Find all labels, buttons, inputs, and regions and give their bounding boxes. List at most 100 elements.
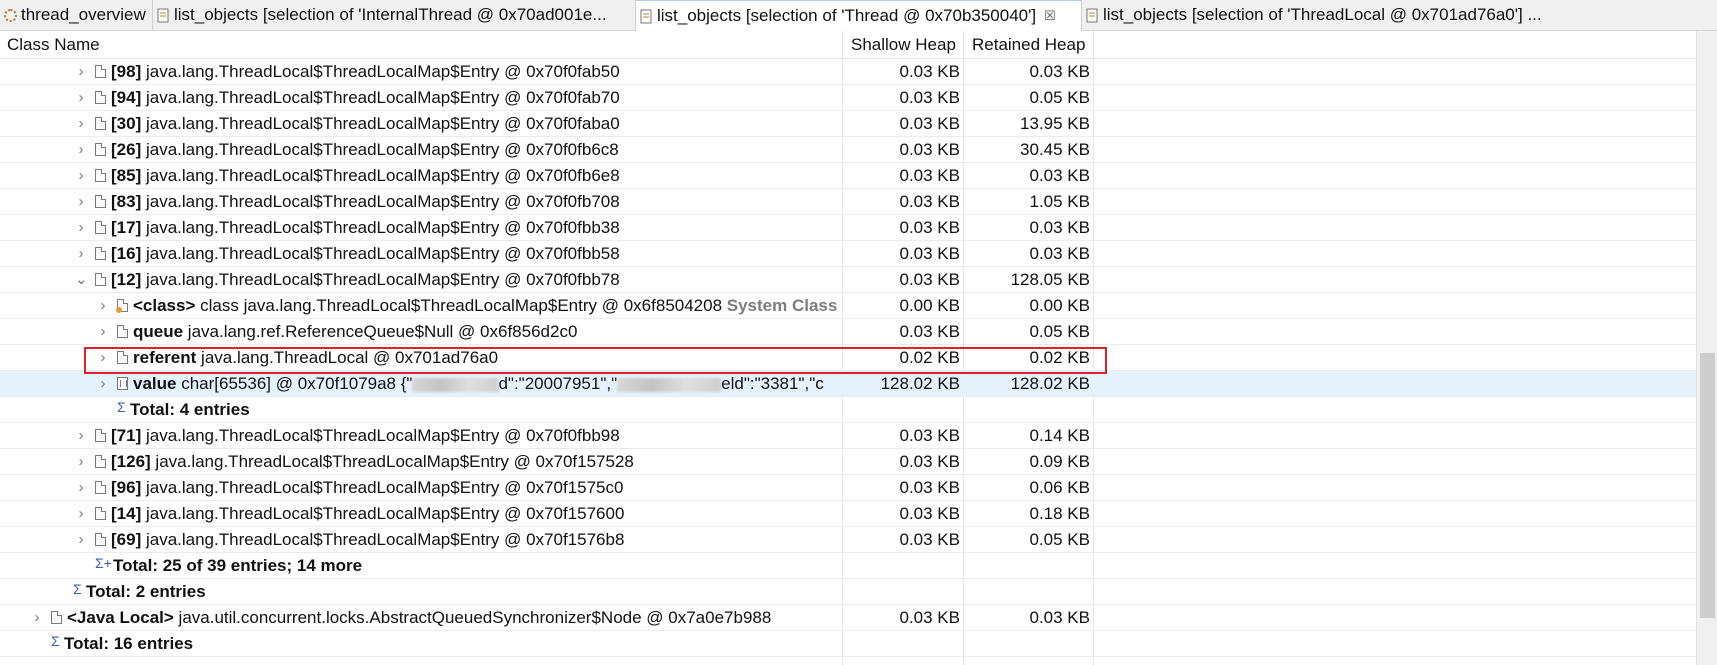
- total-row[interactable]: Σ Total: 2 entries: [0, 579, 1696, 605]
- object-description: java.lang.ThreadLocal$ThreadLocalMap$Ent…: [150, 452, 634, 471]
- class-name-cell: value char[65536] @ 0x70f1079a8 {" d":"20…: [133, 371, 840, 396]
- expand-chevron-icon[interactable]: ›: [75, 449, 87, 474]
- table-row[interactable]: ⌄ [12] java.lang.ThreadLocal$ThreadLocalM…: [0, 267, 1696, 293]
- sigma-total-icon: Σ: [73, 581, 82, 597]
- object-label: queue: [133, 322, 184, 341]
- expand-chevron-icon[interactable]: ›: [75, 85, 87, 110]
- total-row[interactable]: Σ+ Total: 25 of 39 entries; 14 more: [0, 553, 1696, 579]
- vertical-scrollbar[interactable]: [1696, 31, 1717, 665]
- table-row[interactable]: › [71] java.lang.ThreadLocal$ThreadLocalM…: [0, 423, 1696, 449]
- expand-chevron-icon[interactable]: ›: [75, 423, 87, 448]
- table-row[interactable]: › [30] java.lang.ThreadLocal$ThreadLocalM…: [0, 111, 1696, 137]
- system-class-tag: System Class: [726, 296, 838, 315]
- class-name-cell: <Java Local> java.util.concurrent.locks.…: [67, 605, 840, 630]
- retained-heap-cell: 0.03 KB: [1029, 166, 1091, 185]
- object-icon: [51, 611, 62, 624]
- expand-chevron-icon[interactable]: ›: [75, 111, 87, 136]
- close-icon[interactable]: ☒: [1044, 8, 1056, 24]
- expand-chevron-icon[interactable]: ›: [31, 605, 43, 630]
- total-row[interactable]: Σ Total: 16 entries: [0, 631, 1696, 657]
- collapse-chevron-icon[interactable]: ⌄: [75, 267, 88, 292]
- tab-list-objects-thread[interactable]: list_objects [selection of 'Thread @ 0x7…: [636, 0, 1082, 31]
- expand-chevron-icon[interactable]: ›: [97, 319, 109, 344]
- class-name-cell: Total: 25 of 39 entries; 14 more: [113, 553, 840, 578]
- column-header-shallow-heap[interactable]: Shallow Heap: [851, 31, 956, 58]
- object-description: java.lang.ThreadLocal$ThreadLocalMap$Ent…: [141, 192, 620, 211]
- expand-chevron-icon[interactable]: ›: [75, 527, 87, 552]
- expand-chevron-icon[interactable]: ›: [75, 59, 87, 84]
- table-row[interactable]: › [14] java.lang.ThreadLocal$ThreadLocalM…: [0, 501, 1696, 527]
- object-description: java.lang.ThreadLocal$ThreadLocalMap$Ent…: [141, 426, 620, 445]
- table-row[interactable]: › [16] java.lang.ThreadLocal$ThreadLocalM…: [0, 241, 1696, 267]
- column-header-class-name[interactable]: Class Name: [7, 31, 100, 58]
- scrollbar-thumb[interactable]: [1700, 353, 1715, 618]
- object-description: java.lang.ThreadLocal$ThreadLocalMap$Ent…: [141, 114, 620, 133]
- object-label: value: [133, 374, 177, 393]
- object-tree-table: › [98] java.lang.ThreadLocal$ThreadLocalM…: [0, 59, 1696, 657]
- tab-label: list_objects [selection of 'ThreadLocal …: [1103, 5, 1542, 24]
- shallow-heap-cell: 0.03 KB: [899, 608, 961, 627]
- object-description: java.lang.ref.ReferenceQueue$Null @ 0x6f…: [183, 322, 578, 341]
- table-row[interactable]: › [126] java.lang.ThreadLocal$ThreadLocal…: [0, 449, 1696, 475]
- class-name-cell: queue java.lang.ref.ReferenceQueue$Null …: [133, 319, 840, 344]
- tab-list-objects-threadlocal[interactable]: list_objects [selection of 'ThreadLocal …: [1082, 0, 1717, 30]
- expand-chevron-icon[interactable]: ›: [75, 241, 87, 266]
- tab-thread-overview[interactable]: thread_overview: [0, 0, 153, 30]
- class-name-cell: Total: 4 entries: [130, 397, 840, 422]
- expand-chevron-icon[interactable]: ›: [75, 137, 87, 162]
- redacted-text: [412, 377, 499, 392]
- object-icon: [95, 169, 106, 182]
- shallow-heap-cell: 0.03 KB: [899, 270, 961, 289]
- object-label: [30]: [111, 114, 142, 133]
- object-icon: [95, 117, 106, 130]
- expand-chevron-icon[interactable]: ›: [75, 163, 87, 188]
- class-name-cell: [14] java.lang.ThreadLocal$ThreadLocalMa…: [111, 501, 840, 526]
- shallow-heap-cell: 0.03 KB: [899, 322, 961, 341]
- expand-chevron-icon[interactable]: ›: [97, 371, 109, 396]
- object-description: java.lang.ThreadLocal$ThreadLocalMap$Ent…: [141, 478, 624, 497]
- expand-chevron-icon[interactable]: ›: [75, 501, 87, 526]
- editor-tab-bar: thread_overview list_objects [selection …: [0, 0, 1717, 31]
- object-description: java.lang.ThreadLocal$ThreadLocalMap$Ent…: [141, 530, 625, 549]
- retained-heap-cell: 0.06 KB: [1029, 478, 1091, 497]
- object-icon: [95, 195, 106, 208]
- table-row[interactable]: › referent java.lang.ThreadLocal @ 0x701a…: [0, 345, 1696, 371]
- table-row[interactable]: › [96] java.lang.ThreadLocal$ThreadLocalM…: [0, 475, 1696, 501]
- retained-heap-cell: 0.05 KB: [1029, 88, 1091, 107]
- table-row[interactable]: › [17] java.lang.ThreadLocal$ThreadLocalM…: [0, 215, 1696, 241]
- expand-chevron-icon[interactable]: ›: [75, 215, 87, 240]
- class-name-cell: [17] java.lang.ThreadLocal$ThreadLocalMa…: [111, 215, 840, 240]
- table-row[interactable]: › <Java Local> java.util.concurrent.locks…: [0, 605, 1696, 631]
- column-header-retained-heap[interactable]: Retained Heap: [972, 31, 1085, 58]
- object-description: java.util.concurrent.locks.AbstractQueue…: [173, 608, 772, 627]
- object-label: Total: 16 entries: [64, 634, 194, 653]
- object-label: Total: 25 of 39 entries; 14 more: [113, 556, 363, 575]
- tab-list-objects-internalthread[interactable]: list_objects [selection of 'InternalThre…: [153, 0, 636, 30]
- table-row[interactable]: › [26] java.lang.ThreadLocal$ThreadLocalM…: [0, 137, 1696, 163]
- object-icon: [117, 325, 128, 338]
- object-label: <class>: [133, 296, 196, 315]
- total-row[interactable]: Σ Total: 4 entries: [0, 397, 1696, 423]
- table-row[interactable]: › queue java.lang.ref.ReferenceQueue$Null…: [0, 319, 1696, 345]
- expand-chevron-icon[interactable]: ›: [97, 345, 109, 370]
- retained-heap-cell: 0.05 KB: [1029, 530, 1091, 549]
- table-row[interactable]: › [83] java.lang.ThreadLocal$ThreadLocalM…: [0, 189, 1696, 215]
- object-icon: [95, 91, 106, 104]
- expand-chevron-icon[interactable]: ›: [97, 293, 109, 318]
- table-row[interactable]: › [98] java.lang.ThreadLocal$ThreadLocalM…: [0, 59, 1696, 85]
- document-icon: [640, 9, 652, 23]
- table-row[interactable]: › [69] java.lang.ThreadLocal$ThreadLocalM…: [0, 527, 1696, 553]
- table-row[interactable]: › [85] java.lang.ThreadLocal$ThreadLocalM…: [0, 163, 1696, 189]
- expand-chevron-icon[interactable]: ›: [75, 475, 87, 500]
- table-row[interactable]: › [94] java.lang.ThreadLocal$ThreadLocalM…: [0, 85, 1696, 111]
- retained-heap-cell: 0.02 KB: [1029, 348, 1091, 367]
- shallow-heap-cell: 0.03 KB: [899, 166, 961, 185]
- tab-label: list_objects [selection of 'Thread @ 0x7…: [657, 6, 1037, 25]
- class-name-cell: [69] java.lang.ThreadLocal$ThreadLocalMa…: [111, 527, 840, 552]
- sigma-total-icon: Σ: [117, 399, 126, 415]
- object-label: [17]: [111, 218, 142, 237]
- expand-chevron-icon[interactable]: ›: [75, 189, 87, 214]
- shallow-heap-cell: 0.03 KB: [899, 452, 961, 471]
- table-row[interactable]: › value char[65536] @ 0x70f1079a8 {" d":"2…: [0, 371, 1696, 397]
- table-row[interactable]: › <class> class java.lang.ThreadLocal$Thr…: [0, 293, 1696, 319]
